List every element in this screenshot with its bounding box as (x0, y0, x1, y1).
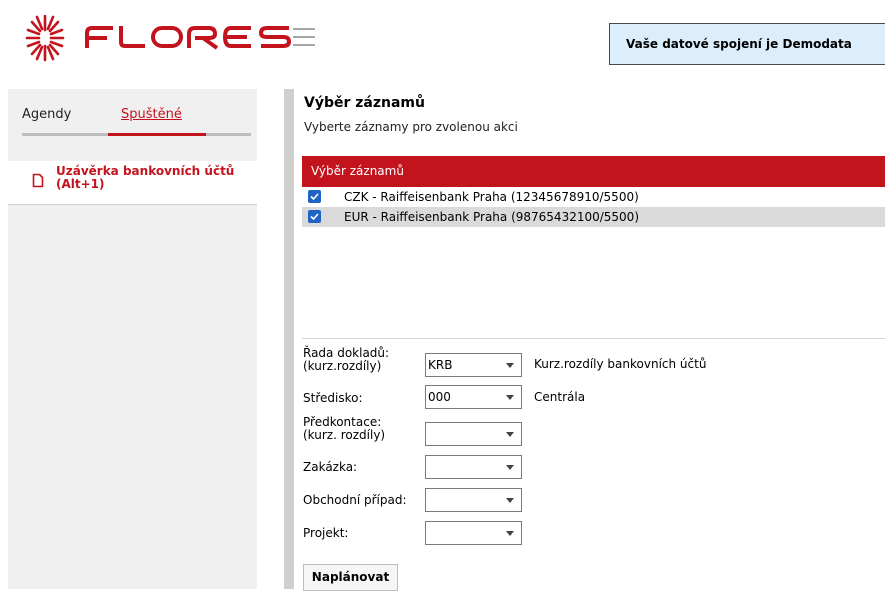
connection-info: Vaše datové spojení je Demodata (609, 23, 885, 65)
list-item[interactable]: CZK - Raiffeisenbank Praha (12345678910/… (302, 187, 885, 207)
stredisko-label: Středisko: (303, 391, 363, 405)
flores-logo (85, 26, 292, 50)
running-item-label: Uzávěrka bankovních účtů (Alt+1) (56, 164, 235, 191)
stredisko-dropdown[interactable]: 000 (425, 385, 522, 409)
chevron-down-icon (506, 395, 514, 400)
list-item-selected[interactable]: EUR - Raiffeisenbank Praha (98765432100/… (302, 207, 885, 227)
predkontace-dropdown[interactable] (425, 422, 522, 446)
chevron-down-icon (506, 432, 514, 437)
obchodni-pripad-dropdown[interactable] (425, 488, 522, 512)
left-panel: Agendy Spuštěné Uzávěrka bankovních účtů… (8, 89, 257, 589)
page-subtitle: Vyberte záznamy pro zvolenou akci (304, 120, 518, 134)
panel-splitter[interactable] (284, 89, 294, 589)
stredisko-description: Centrála (534, 390, 586, 404)
zakazka-dropdown[interactable] (425, 455, 522, 479)
projekt-dropdown[interactable] (425, 521, 522, 545)
app-header: Vaše datové spojení je Demodata (0, 0, 885, 86)
naplanovat-button[interactable]: Naplánovat (303, 564, 398, 591)
projekt-label: Projekt: (303, 526, 349, 540)
predkontace-label: Předkontace: (kurz. rozdíly) (303, 415, 386, 442)
logo-burst-icon (25, 14, 65, 62)
chevron-down-icon (506, 498, 514, 503)
tab-agendy[interactable]: Agendy (22, 107, 71, 122)
document-icon (32, 173, 44, 188)
record-list-header: Výběr záznamů (302, 156, 885, 187)
tab-spustene[interactable]: Spuštěné (121, 107, 182, 122)
chevron-down-icon (506, 363, 514, 368)
menu-hamburger-icon[interactable] (293, 28, 315, 48)
rada-dropdown[interactable]: KRB (425, 353, 522, 377)
rada-label: Řada dokladů: (kurz.rozdíly) (303, 346, 390, 373)
checkbox-checked[interactable] (308, 210, 321, 223)
chevron-down-icon (506, 531, 514, 536)
tab-active-indicator (108, 133, 206, 136)
obchodni-pripad-label: Obchodní případ: (303, 493, 407, 507)
main-content: Výběr záznamů Vyberte záznamy pro zvolen… (294, 89, 885, 591)
zakazka-label: Zakázka: (303, 460, 358, 474)
list-item-text: EUR - Raiffeisenbank Praha (98765432100/… (344, 210, 640, 224)
checkbox-checked[interactable] (308, 190, 321, 203)
chevron-down-icon (506, 465, 514, 470)
page-title: Výběr záznamů (304, 95, 425, 111)
running-item-uzaverka[interactable]: Uzávěrka bankovních účtů (Alt+1) (8, 161, 257, 205)
rada-description: Kurz.rozdíly bankovních účtů (534, 357, 707, 371)
list-item-text: CZK - Raiffeisenbank Praha (12345678910/… (344, 190, 639, 204)
record-list: Výběr záznamů CZK - Raiffeisenbank Praha… (302, 156, 885, 339)
